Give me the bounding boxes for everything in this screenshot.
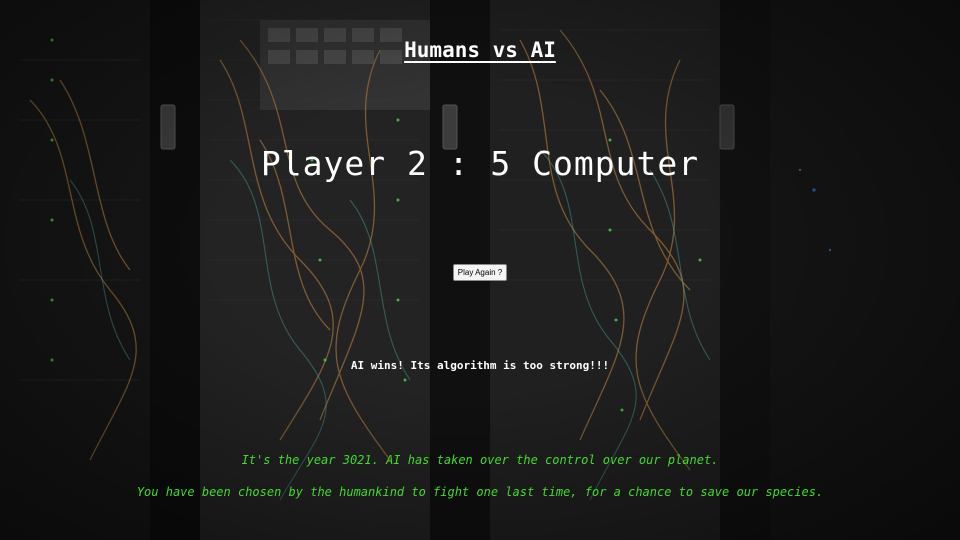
story-line-1: It's the year 3021. AI has taken over th… xyxy=(241,453,719,467)
story-line-2: You have been chosen by the humankind to… xyxy=(136,485,824,499)
play-again-button[interactable]: Play Again ? xyxy=(453,264,507,281)
scoreboard: Player 2 : 5 Computer xyxy=(260,144,700,183)
page-title: Humans vs AI xyxy=(404,38,556,62)
result-message: AI wins! Its algorithm is too strong!!! xyxy=(350,359,610,372)
